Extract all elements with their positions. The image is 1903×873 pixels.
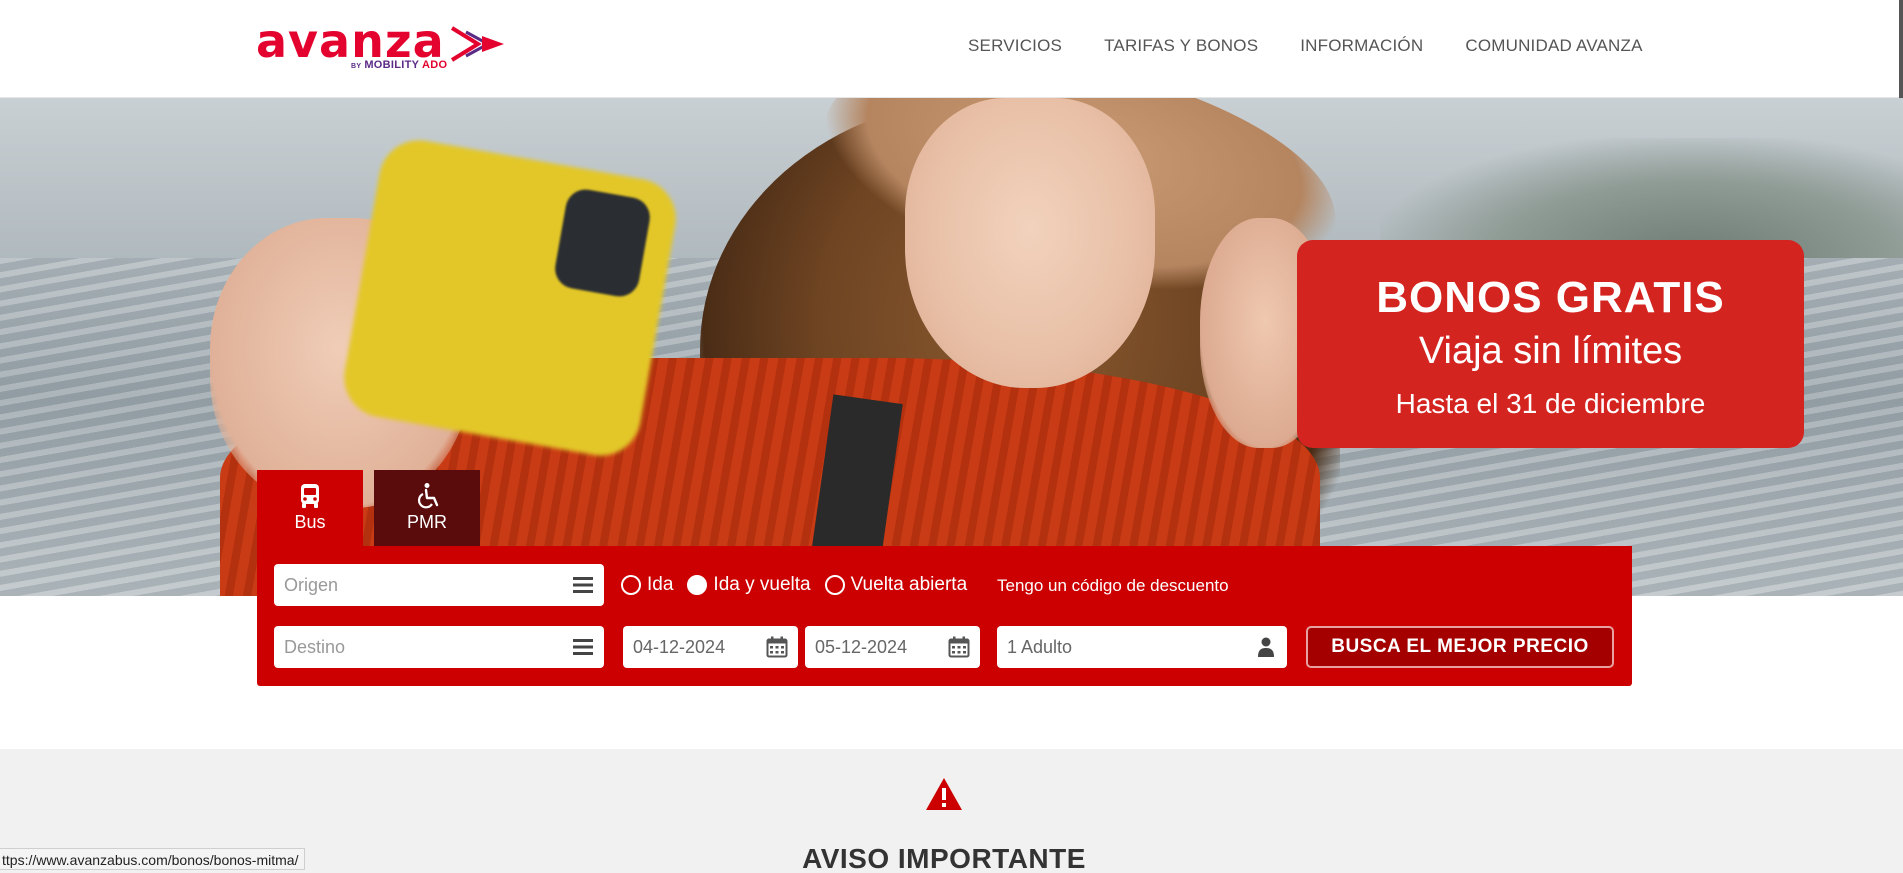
logo-wordmark: avanza — [256, 14, 445, 68]
promo-title: BONOS GRATIS — [1376, 273, 1725, 322]
trip-type-group: Ida Ida y vuelta Vuelta abierta — [621, 574, 981, 596]
passengers-input[interactable] — [997, 626, 1287, 668]
departure-date-field[interactable] — [623, 626, 798, 668]
hero-photo-face — [905, 98, 1155, 388]
page-scrollbar[interactable] — [1899, 0, 1903, 98]
passengers-field[interactable] — [997, 626, 1287, 668]
trip-type-ida-vuelta[interactable]: Ida y vuelta — [687, 574, 811, 596]
radio-ida-vuelta-label: Ida y vuelta — [713, 574, 811, 595]
tab-bus[interactable]: Bus — [257, 470, 363, 546]
warning-icon — [926, 778, 962, 810]
radio-vuelta-abierta-label: Vuelta abierta — [850, 574, 968, 595]
calendar-icon[interactable] — [766, 636, 788, 658]
discount-code-link[interactable]: Tengo un código de descuento — [997, 576, 1229, 596]
bus-icon — [301, 484, 319, 508]
search-panel: Ida Ida y vuelta Vuelta abierta Tengo un… — [257, 546, 1632, 686]
user-icon[interactable] — [1255, 636, 1277, 658]
search-best-price-button[interactable]: BUSCA EL MEJOR PRECIO — [1306, 626, 1614, 668]
hero-photo-phone-camera — [551, 186, 654, 300]
status-bar-url: ttps://www.avanzabus.com/bonos/bonos-mit… — [0, 848, 306, 870]
radio-ida-vuelta[interactable] — [687, 575, 708, 595]
radio-vuelta-abierta[interactable] — [824, 575, 845, 595]
logo-arrows-icon — [450, 26, 504, 62]
nav-informacion[interactable]: INFORMACIÓN — [1300, 36, 1423, 56]
calendar-icon[interactable] — [948, 636, 970, 658]
nav-comunidad-avanza[interactable]: COMUNIDAD AVANZA — [1465, 36, 1642, 56]
main-nav: SERVICIOS TARIFAS Y BONOS INFORMACIÓN CO… — [968, 36, 1685, 56]
nav-servicios[interactable]: SERVICIOS — [968, 36, 1062, 56]
return-date-field[interactable] — [805, 626, 980, 668]
origin-input[interactable] — [274, 564, 604, 606]
radio-ida-label: Ida — [647, 574, 674, 595]
hero-photo-phone — [337, 134, 683, 462]
site-header: avanza BY MOBILITY ADO SERVICIOS TARIFAS … — [0, 0, 1903, 98]
tab-bus-label: Bus — [294, 512, 326, 532]
logo-subtitle: BY MOBILITY ADO — [351, 59, 448, 71]
promo-date: Hasta el 31 de diciembre — [1395, 388, 1706, 419]
trip-type-vuelta-abierta[interactable]: Vuelta abierta — [824, 574, 968, 596]
destination-input[interactable] — [274, 626, 604, 668]
origin-field[interactable] — [274, 564, 604, 606]
destination-field[interactable] — [274, 626, 604, 668]
promo-subtitle: Viaja sin límites — [1418, 330, 1683, 372]
avanza-logo[interactable]: avanza BY MOBILITY ADO — [256, 18, 506, 78]
promo-card[interactable]: BONOS GRATIS Viaja sin límites Hasta el … — [1297, 240, 1804, 448]
trip-type-ida[interactable]: Ida — [621, 574, 673, 596]
tab-pmr-label: PMR — [407, 512, 447, 532]
nav-tarifas-bonos[interactable]: TARIFAS Y BONOS — [1104, 36, 1258, 56]
tab-pmr[interactable]: PMR — [374, 470, 480, 546]
radio-ida[interactable] — [621, 575, 641, 595]
wheelchair-icon — [418, 483, 439, 509]
list-icon[interactable] — [572, 636, 594, 658]
list-icon[interactable] — [572, 574, 594, 596]
